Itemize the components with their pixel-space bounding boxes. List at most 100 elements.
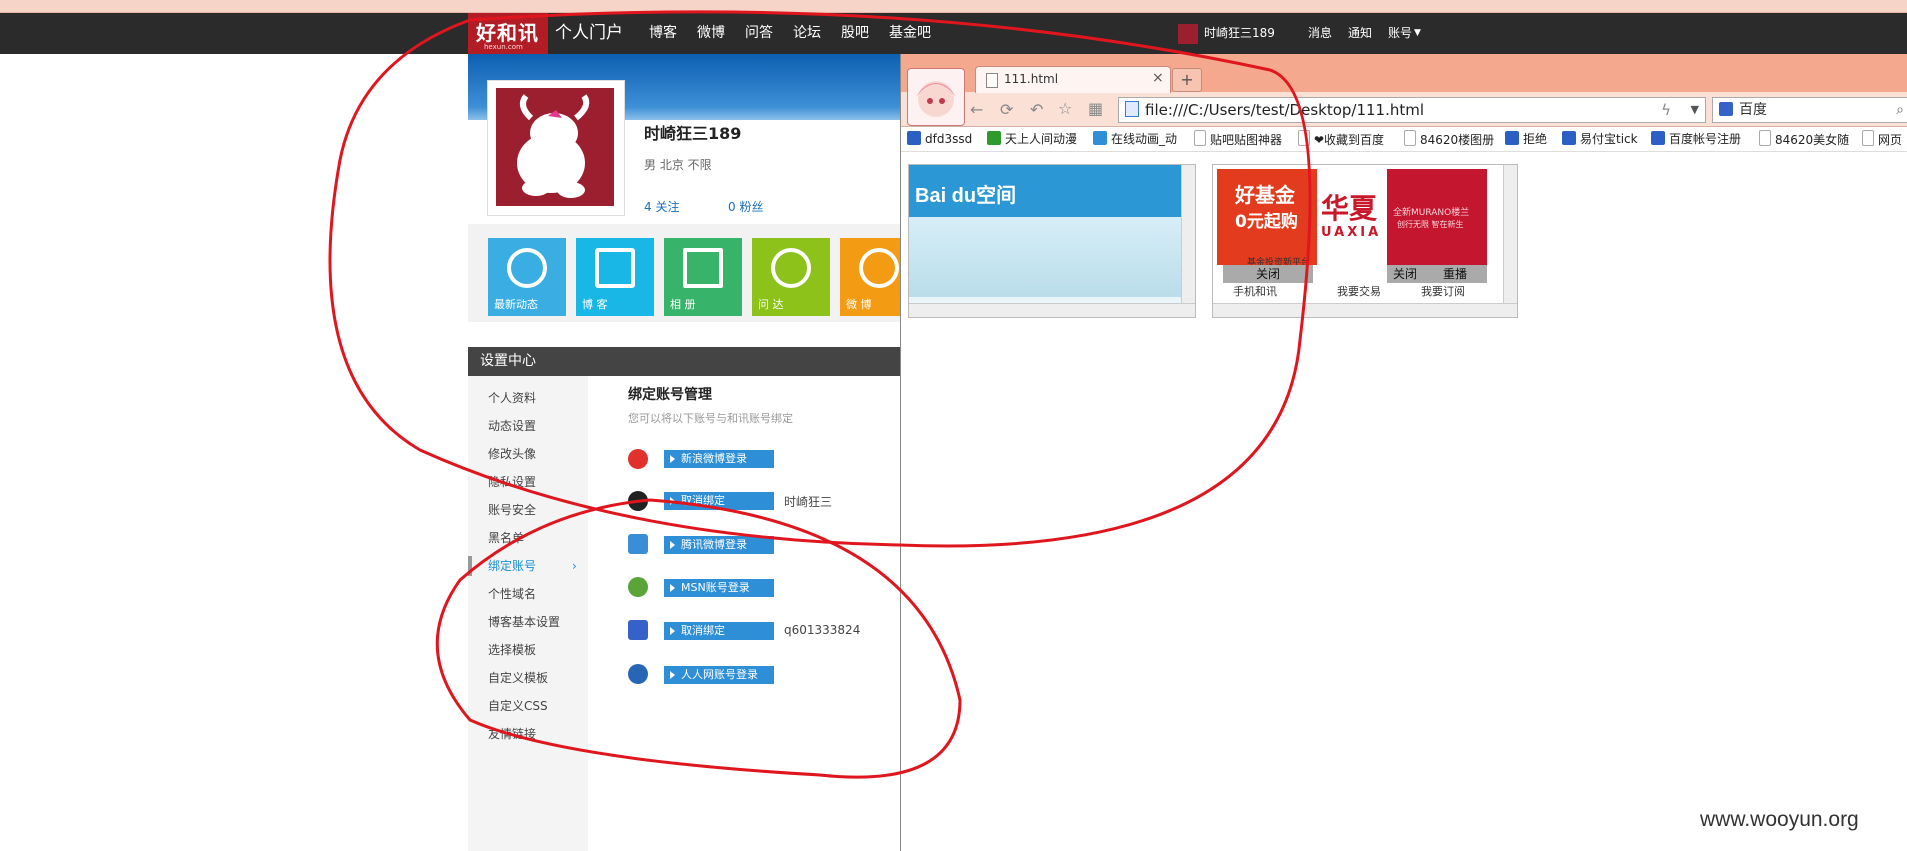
avatar[interactable] [496,88,614,206]
sidebar-item-privacy[interactable]: 隐私设置 [488,472,536,492]
sidebar-item-blog-settings[interactable]: 博客基本设置 [488,612,560,632]
bookmark-item[interactable]: 天上人间动漫 [987,130,1077,148]
sidebar-item-custom-css[interactable]: 自定义CSS [488,696,548,716]
bind-msn-button[interactable]: MSN账号登录 [664,579,774,597]
lightning-icon[interactable]: ϟ [1661,98,1671,122]
back-icon[interactable]: ← [970,100,983,119]
vertical-scrollbar[interactable] [1181,165,1195,303]
new-tab-button[interactable]: + [1172,68,1202,92]
sidebar-item-template[interactable]: 选择模板 [488,640,536,660]
link-trade[interactable]: 我要交易 [1337,283,1381,299]
hexun-logo[interactable]: 好和讯 hexun.com [468,13,548,54]
sidebar-item-profile[interactable]: 个人资料 [488,388,536,408]
ad-fund[interactable]: 好基金 0元起购 基金投资新平台 [1217,169,1317,268]
speech-bubble-icon [771,248,811,288]
replay-ad-button[interactable]: 重播 [1443,265,1467,283]
bookmark-item[interactable]: 易付宝tick [1562,130,1638,148]
logo-subtext: hexun.com [484,43,523,51]
bookmark-item[interactable]: 拒绝 [1505,130,1547,148]
page-icon [1862,130,1874,146]
browser-tab[interactable]: 111.html × [975,66,1171,93]
search-box[interactable]: 百度 ⌕ [1712,97,1907,123]
ad-murano[interactable]: 全新MURANO楼兰 创行无限 智在新生 [1387,169,1487,265]
sidebar-item-security[interactable]: 账号安全 [488,500,536,520]
bookmark-item[interactable]: 网页 [1862,130,1902,148]
bind-sina-weibo-button[interactable]: 新浪微博登录 [664,450,774,468]
unbind-baidu-button[interactable]: 取消绑定 [664,622,774,640]
bookmark-item[interactable]: 84620美女随 [1759,130,1849,148]
horizontal-scrollbar[interactable] [909,303,1195,317]
tile-weibo[interactable]: 微 博 [840,238,900,316]
star-icon[interactable]: ☆ [1058,99,1072,118]
sidebar-item-activity[interactable]: 动态设置 [488,416,536,436]
photo-icon [683,248,723,288]
link-subscribe[interactable]: 我要订阅 [1421,283,1465,299]
nav-username[interactable]: 时崎狂三189 [1204,13,1275,54]
tile-album[interactable]: 相 册 [664,238,742,316]
settings-title: 设置中心 [480,353,536,369]
nav-guba[interactable]: 股吧 [841,13,869,54]
nav-blog[interactable]: 博客 [649,13,677,54]
bind-renren-button[interactable]: 人人网账号登录 [664,666,774,684]
link-mobile-hexun[interactable]: 手机和讯 [1233,283,1277,299]
baidu-search-icon [1719,102,1733,116]
bind-tencent-weibo-button[interactable]: 腾讯微博登录 [664,536,774,554]
bound-account-qq: 时崎狂三 [784,495,833,509]
sidebar-item-domain[interactable]: 个性域名 [488,584,536,604]
apps-icon[interactable]: ▦ [1088,99,1103,118]
bookmark-icon [1651,131,1665,145]
chevron-down-icon[interactable]: ▼ [1414,13,1421,54]
bookmark-item[interactable]: 84620楼图册 [1404,130,1494,148]
address-bar[interactable]: file:///C:/Users/test/Desktop/111.html ϟ… [1118,97,1706,123]
nav-fund[interactable]: 基金吧 [889,13,931,54]
close-ad-button-2[interactable]: 关闭 [1393,265,1417,283]
profile-name: 时崎狂三189 [644,124,742,143]
nav-weibo[interactable]: 微博 [697,13,725,54]
follow-label: 关注 [655,200,680,214]
horizontal-scrollbar[interactable] [1213,303,1517,317]
nav-qa[interactable]: 问答 [745,13,773,54]
site-navbar [0,13,1907,54]
browser-logo-avatar[interactable] [907,68,965,126]
bookmark-item[interactable]: 贴吧贴图神器 [1194,130,1282,148]
ad-controls: 关闭 重播 [1387,265,1487,283]
fans-label: 粉丝 [739,200,764,214]
page-icon [1298,130,1310,146]
refresh-icon[interactable]: ⟳ [1000,100,1013,119]
cow-avatar-icon [517,94,590,198]
settings-header: 设置中心 [468,347,908,376]
undo-icon[interactable]: ↶ [1030,100,1043,119]
iframe-hexun-ads: 好基金 0元起购 基金投资新平台 华夏 UAXIA 全新MURANO楼兰 创行无… [1212,164,1518,318]
tile-qa[interactable]: 问 达 [752,238,830,316]
vertical-scrollbar[interactable] [1503,165,1517,303]
sidebar-item-blacklist[interactable]: 黑名单 [488,528,524,548]
nav-forum[interactable]: 论坛 [793,13,821,54]
bookmark-item[interactable]: 百度帐号注册 [1651,130,1741,148]
nav-messages[interactable]: 消息 [1308,13,1332,54]
close-tab-icon[interactable]: × [1152,70,1164,86]
follow-link[interactable]: 4 关注 [644,198,679,215]
tile-blog[interactable]: 博 客 [576,238,654,316]
watermark: www.wooyun.org [1700,808,1859,831]
anime-girl-icon [916,81,956,117]
baidu-space-header: Bai du空间 [909,165,1195,217]
fans-link[interactable]: 0 粉丝 [728,198,763,215]
unbind-qq-button[interactable]: 取消绑定 [664,492,774,510]
bookmark-item[interactable]: ❤收藏到百度 [1298,130,1384,148]
nav-account[interactable]: 账号 [1388,13,1412,54]
baidu-space-brand: Bai du空间 [915,185,1017,207]
sidebar-item-friend-links[interactable]: 友情链接 [488,724,536,744]
bookmark-item[interactable]: dfd3ssd [907,130,972,148]
sidebar-item-custom-template[interactable]: 自定义模板 [488,668,548,688]
fans-count: 0 [728,200,736,214]
user-avatar-small[interactable] [1178,24,1198,44]
close-ad-button[interactable]: 关闭 [1223,265,1313,283]
sidebar-item-avatar[interactable]: 修改头像 [488,444,536,464]
nav-portal[interactable]: 个人门户 [555,13,623,54]
search-icon[interactable]: ⌕ [1896,98,1904,122]
bookmark-item[interactable]: 在线动画_动 [1093,130,1177,148]
sidebar-item-bind-account[interactable]: 绑定账号 [488,556,536,576]
tile-latest-activity[interactable]: 最新动态 [488,238,566,316]
nav-notifications[interactable]: 通知 [1348,13,1372,54]
dropdown-icon[interactable]: ▼ [1691,98,1699,122]
